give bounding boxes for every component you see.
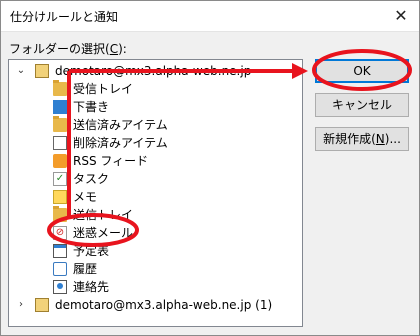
folder-label: メモ bbox=[73, 190, 98, 204]
draft-icon bbox=[53, 100, 67, 114]
cancel-button[interactable]: キャンセル bbox=[315, 93, 409, 117]
junk-icon: ⊘ bbox=[53, 226, 67, 240]
tree-folder-drafts[interactable]: 下書き bbox=[9, 98, 299, 116]
tree-account-1[interactable]: ⌄ demotaro@mx3.alpha-web.ne.jp bbox=[9, 62, 299, 80]
task-icon: ✓ bbox=[53, 172, 67, 186]
tree-folder-history[interactable]: 履歴 bbox=[9, 260, 299, 278]
tree-folder-outbox[interactable]: 送信トレイ bbox=[9, 206, 299, 224]
mailbox-icon bbox=[35, 298, 49, 312]
contacts-icon bbox=[53, 280, 67, 294]
folder-tree[interactable]: ⌄ demotaro@mx3.alpha-web.ne.jp 受信トレイ 下書き… bbox=[8, 59, 303, 327]
folder-icon bbox=[53, 80, 67, 96]
account-label: demotaro@mx3.alpha-web.ne.jp bbox=[55, 64, 252, 78]
folder-icon bbox=[53, 116, 67, 132]
folder-label: 履歴 bbox=[73, 262, 98, 276]
expand-chevron-icon[interactable]: › bbox=[16, 296, 26, 314]
account-label: demotaro@mx3.alpha-web.ne.jp (1) bbox=[55, 298, 273, 312]
tree-folder-rss[interactable]: RSS フィード bbox=[9, 152, 299, 170]
folder-select-label: フォルダーの選択(C): bbox=[9, 42, 127, 56]
tree-folder-inbox[interactable]: 受信トレイ bbox=[9, 80, 299, 98]
dialog-title: 仕分けルールと通知 bbox=[10, 10, 119, 24]
close-icon[interactable]: ✕ bbox=[383, 1, 419, 31]
collapse-chevron-icon[interactable]: ⌄ bbox=[16, 62, 26, 80]
tree-folder-notes[interactable]: メモ bbox=[9, 188, 299, 206]
mailbox-icon bbox=[35, 64, 49, 78]
tree-folder-junk[interactable]: ⊘ 迷惑メール bbox=[9, 224, 299, 242]
trash-icon bbox=[53, 136, 67, 150]
title-bar: 仕分けルールと通知 ✕ bbox=[1, 1, 419, 32]
tree-folder-contacts[interactable]: 連絡先 bbox=[9, 278, 299, 296]
folder-label: 送信トレイ bbox=[73, 208, 134, 222]
note-icon bbox=[53, 190, 67, 204]
rules-dialog: 仕分けルールと通知 ✕ フォルダーの選択(C): ⌄ demotaro@mx3.… bbox=[0, 0, 420, 336]
rss-icon bbox=[53, 154, 67, 168]
folder-icon bbox=[53, 206, 67, 222]
folder-label: 予定表 bbox=[73, 244, 110, 258]
new-folder-button[interactable]: 新規作成(N)... bbox=[315, 127, 409, 151]
tree-folder-sent[interactable]: 送信済みアイテム bbox=[9, 116, 299, 134]
folder-label: RSS フィード bbox=[73, 154, 149, 168]
tree-folder-calendar[interactable]: 予定表 bbox=[9, 242, 299, 260]
folder-label: 下書き bbox=[73, 100, 110, 114]
folder-label: 受信トレイ bbox=[73, 82, 134, 96]
calendar-icon bbox=[53, 244, 67, 258]
folder-label: 連絡先 bbox=[73, 280, 110, 294]
ok-button[interactable]: OK bbox=[315, 59, 409, 83]
folder-label: タスク bbox=[73, 172, 110, 186]
folder-label: 削除済みアイテム bbox=[73, 136, 168, 150]
tree-folder-tasks[interactable]: ✓ タスク bbox=[9, 170, 299, 188]
history-icon bbox=[53, 262, 67, 276]
tree-account-2[interactable]: › demotaro@mx3.alpha-web.ne.jp (1) bbox=[9, 296, 299, 314]
folder-label: 送信済みアイテム bbox=[73, 118, 168, 132]
folder-label: 迷惑メール bbox=[73, 226, 134, 240]
tree-folder-deleted[interactable]: 削除済みアイテム bbox=[9, 134, 299, 152]
